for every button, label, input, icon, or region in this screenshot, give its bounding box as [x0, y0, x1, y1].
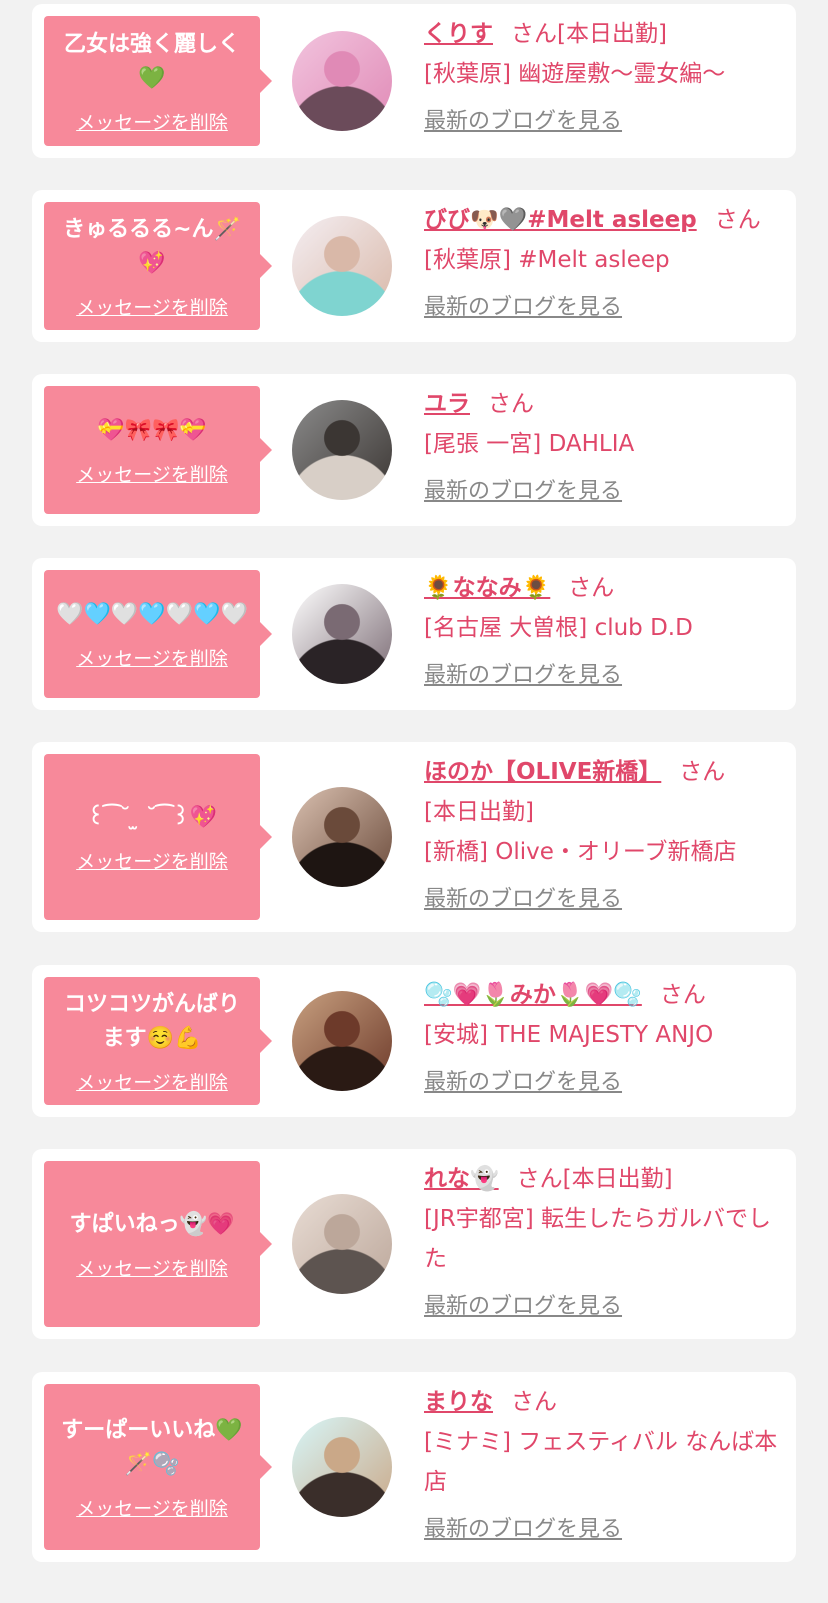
- girl-info: 🌻ななみ🌻 さん [名古屋 大曽根] club D.D 最新のブログを見る: [424, 568, 778, 696]
- girl-card: 乙女は強く麗しく💚 メッセージを削除 くりす さん[本日出勤] [秋葉原] 幽遊屋敷〜霊…: [32, 4, 796, 158]
- delete-message-link[interactable]: メッセージを削除: [76, 1494, 228, 1521]
- latest-blog-link[interactable]: 最新のブログを見る: [424, 1063, 622, 1103]
- delete-message-link[interactable]: メッセージを削除: [76, 1254, 228, 1281]
- avatar-image[interactable]: [292, 787, 392, 887]
- girl-info: れな👻 さん[本日出勤] [JR宇都宮] 転生したらガルバでした最新のブログを見る: [424, 1159, 778, 1327]
- avatar-image[interactable]: [292, 991, 392, 1091]
- shop-info-line: [尾張 一宮] DAHLIA: [424, 431, 635, 457]
- name-line: 🫧💗🌷みか🌷💗🫧 さん: [424, 975, 778, 1015]
- name-line: まりな さん: [424, 1382, 778, 1422]
- girl-card: すぱいねっ👻💗 メッセージを削除 れな👻 さん[本日出勤] [JR宇都宮] 転生したらガ…: [32, 1149, 796, 1339]
- girl-card: コツコツがんばります☺️💪 メッセージを削除 🫧💗🌷みか🌷💗🫧 さん [安城] THE …: [32, 965, 796, 1117]
- delete-message-link[interactable]: メッセージを削除: [76, 847, 228, 874]
- message-text: 🤍🩵🤍🩵🤍🩵🤍: [56, 601, 248, 627]
- honorific-label: さん: [659, 982, 706, 1008]
- name-line: ユラ さん: [424, 384, 778, 424]
- message-bubble: ꒰ ͡ ˘ ̫ ˘ ͡ ꒱💖 メッセージを削除: [44, 754, 272, 920]
- shop-info-line: [安城] THE MAJESTY ANJO: [424, 1022, 714, 1048]
- girl-card: きゅるるる~ん🪄💖 メッセージを削除 びび🐶🩶#Melt asleep さん [秋葉原]…: [32, 190, 796, 342]
- honorific-label: さん: [714, 207, 761, 233]
- shop-info-line: [ミナミ] フェスティバル なんば本店: [424, 1429, 778, 1495]
- message-text: ꒰ ͡ ˘ ̫ ˘ ͡ ꒱💖: [87, 804, 217, 830]
- delete-message-link[interactable]: メッセージを削除: [76, 293, 228, 320]
- delete-message-link[interactable]: メッセージを削除: [76, 1068, 228, 1095]
- attendance-tag: [本日出勤]: [557, 21, 667, 47]
- girl-name-link[interactable]: ユラ: [424, 391, 470, 417]
- avatar-image[interactable]: [292, 1417, 392, 1517]
- delete-message-link[interactable]: メッセージを削除: [76, 460, 228, 487]
- name-line: れな👻 さん[本日出勤]: [424, 1159, 778, 1199]
- honorific-label: さん: [511, 1389, 557, 1415]
- girl-name-link[interactable]: 🌻ななみ🌻: [424, 575, 550, 601]
- avatar-image[interactable]: [292, 400, 392, 500]
- message-bubble: すぱいねっ👻💗 メッセージを削除: [44, 1161, 272, 1327]
- girl-card: ꒰ ͡ ˘ ̫ ˘ ͡ ꒱💖 メッセージを削除 ほのか【OLIVE新橋】 さん [本日出…: [32, 742, 796, 932]
- honorific-label: さん: [511, 21, 557, 47]
- message-bubble: 🤍🩵🤍🩵🤍🩵🤍 メッセージを削除: [44, 570, 272, 698]
- message-text: すぱいねっ👻💗: [69, 1211, 235, 1237]
- name-line: ほのか【OLIVE新橋】 さん: [424, 752, 778, 792]
- girl-info: 🫧💗🌷みか🌷💗🫧 さん [安城] THE MAJESTY ANJO 最新のブログを見る: [424, 975, 778, 1103]
- girl-card: 💝🎀🎀💝 メッセージを削除 ユラ さん [尾張 一宮] DAHLIA 最新のブログを見る: [32, 374, 796, 526]
- delete-message-link[interactable]: メッセージを削除: [76, 108, 228, 135]
- message-bubble: きゅるるる~ん🪄💖 メッセージを削除: [44, 202, 272, 330]
- latest-blog-link[interactable]: 最新のブログを見る: [424, 880, 622, 920]
- avatar-image[interactable]: [292, 1194, 392, 1294]
- latest-blog-link[interactable]: 最新のブログを見る: [424, 1287, 622, 1327]
- shop-info-line: [名古屋 大曽根] club D.D: [424, 615, 693, 641]
- avatar-image[interactable]: [292, 216, 392, 316]
- honorific-label: さん: [679, 759, 726, 785]
- shop-info-line: [本日出勤]: [424, 799, 534, 825]
- honorific-label: さん: [516, 1166, 563, 1192]
- attendance-tag: [本日出勤]: [562, 1166, 673, 1192]
- girl-info: ほのか【OLIVE新橋】 さん [本日出勤] [新橋] Olive・オリーブ新橋店最新…: [424, 752, 778, 920]
- latest-blog-link[interactable]: 最新のブログを見る: [424, 288, 622, 328]
- message-text: すーぱーいいね💚🪄🫧: [61, 1417, 243, 1477]
- girl-name-link[interactable]: れな👻: [424, 1166, 499, 1192]
- message-bubble: すーぱーいいね💚🪄🫧 メッセージを削除: [44, 1384, 272, 1550]
- message-text: 💝🎀🎀💝: [97, 417, 207, 443]
- girl-name-link[interactable]: 🫧💗🌷みか🌷💗🫧: [424, 982, 642, 1008]
- delete-message-link[interactable]: メッセージを削除: [76, 644, 228, 671]
- girl-name-link[interactable]: くりす: [424, 21, 493, 47]
- shop-info-line: [秋葉原] #Melt asleep: [424, 247, 670, 273]
- girl-info: まりな さん [ミナミ] フェスティバル なんば本店最新のブログを見る: [424, 1382, 778, 1550]
- message-bubble: 💝🎀🎀💝 メッセージを削除: [44, 386, 272, 514]
- shop-info-line: [JR宇都宮] 転生したらガルバでした: [424, 1206, 772, 1272]
- message-bubble: 乙女は強く麗しく💚 メッセージを削除: [44, 16, 272, 146]
- shop-info-line: [新橋] Olive・オリーブ新橋店: [424, 839, 737, 865]
- message-text: 乙女は強く麗しく💚: [63, 31, 240, 91]
- latest-blog-link[interactable]: 最新のブログを見る: [424, 472, 622, 512]
- name-line: びび🐶🩶#Melt asleep さん: [424, 200, 778, 240]
- shop-info-line: [秋葉原] 幽遊屋敷〜霊女編〜: [424, 61, 726, 87]
- girl-name-link[interactable]: びび🐶🩶#Melt asleep: [424, 207, 697, 233]
- latest-blog-link[interactable]: 最新のブログを見る: [424, 656, 622, 696]
- avatar-image[interactable]: [292, 31, 392, 131]
- girl-card: すーぱーいいね💚🪄🫧 メッセージを削除 まりな さん [ミナミ] フェスティバル なんば…: [32, 1372, 796, 1562]
- avatar-image[interactable]: [292, 584, 392, 684]
- girl-name-link[interactable]: ほのか【OLIVE新橋】: [424, 759, 661, 785]
- latest-blog-link[interactable]: 最新のブログを見る: [424, 1510, 622, 1550]
- girl-info: くりす さん[本日出勤] [秋葉原] 幽遊屋敷〜霊女編〜最新のブログを見る: [424, 14, 778, 142]
- name-line: 🌻ななみ🌻 さん: [424, 568, 778, 608]
- girl-message-list: 乙女は強く麗しく💚 メッセージを削除 くりす さん[本日出勤] [秋葉原] 幽遊屋敷〜霊…: [0, 0, 828, 1603]
- honorific-label: さん: [488, 391, 534, 417]
- name-line: くりす さん[本日出勤]: [424, 14, 778, 54]
- latest-blog-link[interactable]: 最新のブログを見る: [424, 102, 622, 142]
- message-bubble: コツコツがんばります☺️💪 メッセージを削除: [44, 977, 272, 1105]
- message-text: きゅるるる~ん🪄💖: [63, 216, 241, 276]
- girl-info: ユラ さん [尾張 一宮] DAHLIA 最新のブログを見る: [424, 384, 778, 512]
- girl-card: 🤍🩵🤍🩵🤍🩵🤍 メッセージを削除 🌻ななみ🌻 さん [名古屋 大曽根] club D.D…: [32, 558, 796, 710]
- message-text: コツコツがんばります☺️💪: [63, 991, 240, 1051]
- girl-info: びび🐶🩶#Melt asleep さん [秋葉原] #Melt asleep 最新のブ…: [424, 200, 778, 328]
- girl-name-link[interactable]: まりな: [424, 1389, 493, 1415]
- honorific-label: さん: [568, 575, 615, 601]
